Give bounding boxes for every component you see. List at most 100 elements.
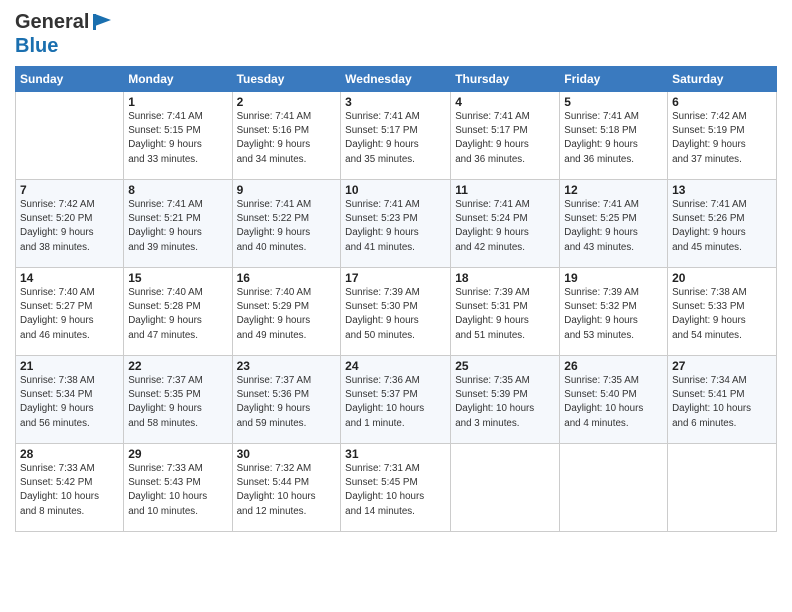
calendar-cell (451, 444, 560, 532)
day-info: Sunrise: 7:40 AMSunset: 5:28 PMDaylight:… (128, 286, 227, 343)
day-number: 11 (455, 183, 555, 197)
day-number: 13 (672, 183, 772, 197)
calendar-cell: 21Sunrise: 7:38 AMSunset: 5:34 PMDayligh… (16, 356, 124, 444)
day-number: 9 (237, 183, 337, 197)
day-info: Sunrise: 7:37 AMSunset: 5:36 PMDaylight:… (237, 374, 337, 431)
day-number: 1 (128, 95, 227, 109)
calendar-cell: 16Sunrise: 7:40 AMSunset: 5:29 PMDayligh… (232, 268, 341, 356)
calendar-cell (560, 444, 668, 532)
logo: General Blue (15, 10, 113, 58)
logo-general: General (15, 10, 89, 34)
day-number: 24 (345, 359, 446, 373)
day-info: Sunrise: 7:42 AMSunset: 5:19 PMDaylight:… (672, 110, 772, 167)
calendar-cell: 17Sunrise: 7:39 AMSunset: 5:30 PMDayligh… (341, 268, 451, 356)
day-info: Sunrise: 7:34 AMSunset: 5:41 PMDaylight:… (672, 374, 772, 431)
day-info: Sunrise: 7:42 AMSunset: 5:20 PMDaylight:… (20, 198, 119, 255)
day-info: Sunrise: 7:41 AMSunset: 5:15 PMDaylight:… (128, 110, 227, 167)
day-info: Sunrise: 7:33 AMSunset: 5:42 PMDaylight:… (20, 462, 119, 519)
calendar-cell: 2Sunrise: 7:41 AMSunset: 5:16 PMDaylight… (232, 92, 341, 180)
calendar-cell: 6Sunrise: 7:42 AMSunset: 5:19 PMDaylight… (668, 92, 777, 180)
day-info: Sunrise: 7:41 AMSunset: 5:26 PMDaylight:… (672, 198, 772, 255)
logo-blue-text: Blue (15, 34, 113, 58)
day-number: 5 (564, 95, 663, 109)
day-number: 31 (345, 447, 446, 461)
day-info: Sunrise: 7:41 AMSunset: 5:24 PMDaylight:… (455, 198, 555, 255)
calendar-cell: 20Sunrise: 7:38 AMSunset: 5:33 PMDayligh… (668, 268, 777, 356)
day-info: Sunrise: 7:35 AMSunset: 5:40 PMDaylight:… (564, 374, 663, 431)
day-info: Sunrise: 7:41 AMSunset: 5:17 PMDaylight:… (455, 110, 555, 167)
day-number: 2 (237, 95, 337, 109)
calendar-cell: 4Sunrise: 7:41 AMSunset: 5:17 PMDaylight… (451, 92, 560, 180)
day-info: Sunrise: 7:37 AMSunset: 5:35 PMDaylight:… (128, 374, 227, 431)
week-row-1: 7Sunrise: 7:42 AMSunset: 5:20 PMDaylight… (16, 180, 777, 268)
day-info: Sunrise: 7:41 AMSunset: 5:17 PMDaylight:… (345, 110, 446, 167)
day-info: Sunrise: 7:41 AMSunset: 5:22 PMDaylight:… (237, 198, 337, 255)
calendar-cell: 9Sunrise: 7:41 AMSunset: 5:22 PMDaylight… (232, 180, 341, 268)
calendar-table: SundayMondayTuesdayWednesdayThursdayFrid… (15, 66, 777, 532)
calendar-cell: 25Sunrise: 7:35 AMSunset: 5:39 PMDayligh… (451, 356, 560, 444)
week-row-0: 1Sunrise: 7:41 AMSunset: 5:15 PMDaylight… (16, 92, 777, 180)
day-number: 7 (20, 183, 119, 197)
calendar-cell: 7Sunrise: 7:42 AMSunset: 5:20 PMDaylight… (16, 180, 124, 268)
calendar-cell (668, 444, 777, 532)
weekday-header-saturday: Saturday (668, 67, 777, 92)
day-info: Sunrise: 7:33 AMSunset: 5:43 PMDaylight:… (128, 462, 227, 519)
day-info: Sunrise: 7:41 AMSunset: 5:18 PMDaylight:… (564, 110, 663, 167)
calendar-cell: 30Sunrise: 7:32 AMSunset: 5:44 PMDayligh… (232, 444, 341, 532)
weekday-header-thursday: Thursday (451, 67, 560, 92)
week-row-3: 21Sunrise: 7:38 AMSunset: 5:34 PMDayligh… (16, 356, 777, 444)
calendar-cell: 29Sunrise: 7:33 AMSunset: 5:43 PMDayligh… (124, 444, 232, 532)
day-number: 21 (20, 359, 119, 373)
day-info: Sunrise: 7:39 AMSunset: 5:30 PMDaylight:… (345, 286, 446, 343)
header: General Blue (15, 10, 777, 58)
calendar-cell: 10Sunrise: 7:41 AMSunset: 5:23 PMDayligh… (341, 180, 451, 268)
day-number: 23 (237, 359, 337, 373)
day-number: 16 (237, 271, 337, 285)
day-number: 28 (20, 447, 119, 461)
weekday-header-tuesday: Tuesday (232, 67, 341, 92)
day-info: Sunrise: 7:38 AMSunset: 5:34 PMDaylight:… (20, 374, 119, 431)
day-number: 26 (564, 359, 663, 373)
day-number: 18 (455, 271, 555, 285)
day-info: Sunrise: 7:38 AMSunset: 5:33 PMDaylight:… (672, 286, 772, 343)
calendar-cell: 24Sunrise: 7:36 AMSunset: 5:37 PMDayligh… (341, 356, 451, 444)
day-number: 14 (20, 271, 119, 285)
day-info: Sunrise: 7:40 AMSunset: 5:27 PMDaylight:… (20, 286, 119, 343)
day-info: Sunrise: 7:32 AMSunset: 5:44 PMDaylight:… (237, 462, 337, 519)
day-info: Sunrise: 7:41 AMSunset: 5:25 PMDaylight:… (564, 198, 663, 255)
calendar-cell: 11Sunrise: 7:41 AMSunset: 5:24 PMDayligh… (451, 180, 560, 268)
day-info: Sunrise: 7:41 AMSunset: 5:23 PMDaylight:… (345, 198, 446, 255)
calendar-cell: 22Sunrise: 7:37 AMSunset: 5:35 PMDayligh… (124, 356, 232, 444)
day-number: 29 (128, 447, 227, 461)
calendar-cell: 3Sunrise: 7:41 AMSunset: 5:17 PMDaylight… (341, 92, 451, 180)
day-number: 10 (345, 183, 446, 197)
calendar-cell: 1Sunrise: 7:41 AMSunset: 5:15 PMDaylight… (124, 92, 232, 180)
day-info: Sunrise: 7:41 AMSunset: 5:21 PMDaylight:… (128, 198, 227, 255)
logo-flag-icon (91, 12, 113, 32)
day-info: Sunrise: 7:35 AMSunset: 5:39 PMDaylight:… (455, 374, 555, 431)
calendar-cell: 31Sunrise: 7:31 AMSunset: 5:45 PMDayligh… (341, 444, 451, 532)
day-info: Sunrise: 7:41 AMSunset: 5:16 PMDaylight:… (237, 110, 337, 167)
calendar-cell: 19Sunrise: 7:39 AMSunset: 5:32 PMDayligh… (560, 268, 668, 356)
week-row-4: 28Sunrise: 7:33 AMSunset: 5:42 PMDayligh… (16, 444, 777, 532)
day-number: 20 (672, 271, 772, 285)
calendar-page: General Blue SundayMondayTuesdayWednesda… (0, 0, 792, 612)
day-info: Sunrise: 7:39 AMSunset: 5:31 PMDaylight:… (455, 286, 555, 343)
day-number: 6 (672, 95, 772, 109)
calendar-cell: 26Sunrise: 7:35 AMSunset: 5:40 PMDayligh… (560, 356, 668, 444)
day-number: 15 (128, 271, 227, 285)
day-number: 30 (237, 447, 337, 461)
weekday-header-wednesday: Wednesday (341, 67, 451, 92)
calendar-cell: 13Sunrise: 7:41 AMSunset: 5:26 PMDayligh… (668, 180, 777, 268)
week-row-2: 14Sunrise: 7:40 AMSunset: 5:27 PMDayligh… (16, 268, 777, 356)
calendar-cell: 15Sunrise: 7:40 AMSunset: 5:28 PMDayligh… (124, 268, 232, 356)
calendar-cell (16, 92, 124, 180)
day-info: Sunrise: 7:39 AMSunset: 5:32 PMDaylight:… (564, 286, 663, 343)
calendar-cell: 28Sunrise: 7:33 AMSunset: 5:42 PMDayligh… (16, 444, 124, 532)
weekday-header-monday: Monday (124, 67, 232, 92)
calendar-cell: 14Sunrise: 7:40 AMSunset: 5:27 PMDayligh… (16, 268, 124, 356)
day-info: Sunrise: 7:40 AMSunset: 5:29 PMDaylight:… (237, 286, 337, 343)
day-number: 12 (564, 183, 663, 197)
calendar-cell: 12Sunrise: 7:41 AMSunset: 5:25 PMDayligh… (560, 180, 668, 268)
day-number: 17 (345, 271, 446, 285)
